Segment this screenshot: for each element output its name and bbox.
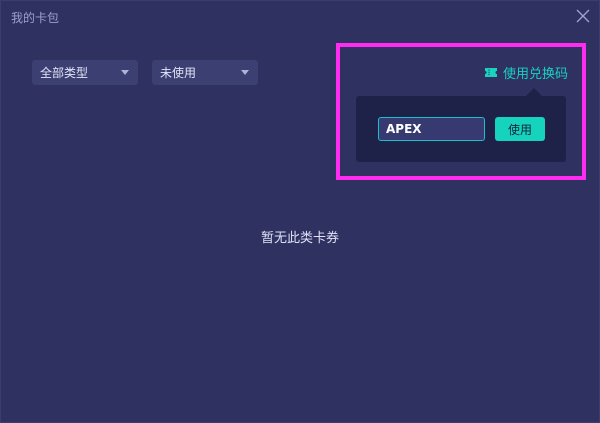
popover-arrow [526,88,542,96]
redeem-code-input[interactable] [378,117,485,141]
status-filter-select[interactable]: 未使用 [152,60,258,85]
empty-state-message: 暂无此类卡券 [260,231,339,246]
card-wallet-window: 我的卡包 全部类型 未使用 使用兑换码 使用 暂无此类卡券 [0,0,600,423]
use-redeem-code-link[interactable]: 使用兑换码 [484,63,568,82]
ticket-icon [485,68,497,77]
redeem-link-label: 使用兑换码 [503,67,569,82]
chevron-down-icon [241,70,249,75]
use-button[interactable]: 使用 [495,117,545,141]
type-filter-value: 全部类型 [40,66,89,80]
close-icon[interactable] [574,7,592,25]
status-filter-value: 未使用 [160,66,197,80]
type-filter-select[interactable]: 全部类型 [32,60,138,85]
window-title: 我的卡包 [11,11,60,25]
chevron-down-icon [121,70,129,75]
